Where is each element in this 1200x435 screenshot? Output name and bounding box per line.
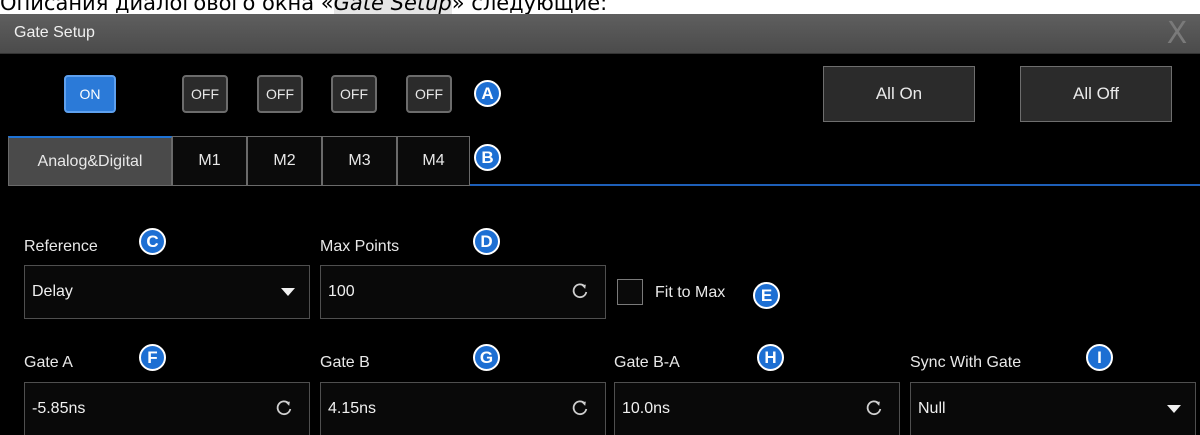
gate-ba-value: 10.0ns: [622, 400, 671, 417]
tab-m3[interactable]: M3: [322, 136, 397, 186]
gate-b-label: Gate B: [320, 354, 370, 371]
title-bar: Gate Setup X: [0, 14, 1200, 54]
reference-value: Delay: [32, 283, 73, 300]
gate-ba-input[interactable]: 10.0ns: [614, 382, 900, 435]
marker-h: H: [757, 344, 784, 371]
max-points-input[interactable]: 100: [320, 265, 606, 319]
caption-before: Описания диалогового окна «: [0, 0, 334, 14]
marker-c: C: [139, 228, 166, 255]
all-off-button[interactable]: All Off: [1020, 66, 1172, 122]
refresh-icon[interactable]: [273, 397, 295, 419]
dialog-title: Gate Setup: [14, 24, 95, 41]
tab-m2[interactable]: M2: [247, 136, 322, 186]
marker-i: I: [1086, 344, 1113, 371]
reference-select[interactable]: Delay: [24, 265, 310, 319]
gate-b-input[interactable]: 4.15ns: [320, 382, 606, 435]
marker-d: D: [473, 228, 500, 255]
caption-highlight: Gate Setup: [333, 0, 452, 14]
tab-m1[interactable]: M1: [172, 136, 247, 186]
gate-a-input[interactable]: -5.85ns: [24, 382, 310, 435]
reference-label: Reference: [24, 238, 98, 255]
marker-b: B: [474, 144, 501, 171]
refresh-icon[interactable]: [863, 397, 885, 419]
tab-underline: [470, 184, 1200, 186]
marker-a: A: [474, 80, 501, 107]
refresh-icon[interactable]: [569, 280, 591, 302]
gate-toggle-4[interactable]: OFF: [331, 75, 377, 113]
gate-a-value: -5.85ns: [32, 400, 86, 417]
all-on-button[interactable]: All On: [823, 66, 975, 122]
max-points-value: 100: [328, 283, 355, 300]
tab-m4[interactable]: M4: [397, 136, 470, 186]
marker-f: F: [139, 344, 166, 371]
gate-toggle-5[interactable]: OFF: [406, 75, 452, 113]
gate-a-label: Gate A: [24, 354, 73, 371]
sync-with-gate-label: Sync With Gate: [910, 354, 1022, 371]
caption-after: » следующие:: [451, 0, 608, 14]
marker-g: G: [473, 344, 500, 371]
gate-toggle-2[interactable]: OFF: [182, 75, 228, 113]
max-points-label: Max Points: [320, 238, 400, 255]
refresh-icon[interactable]: [569, 397, 591, 419]
caption-text: Описания диалогового окна «Gate Setup» с…: [0, 0, 1200, 14]
gate-ba-label: Gate B-A: [614, 354, 680, 371]
gate-setup-dialog: Gate Setup X ON OFF OFF OFF OFF A All On…: [0, 14, 1200, 435]
fit-to-max-checkbox[interactable]: [617, 279, 643, 305]
caret-down-icon: [281, 288, 295, 296]
caret-down-icon: [1167, 405, 1181, 413]
tab-analog-digital[interactable]: Analog&Digital: [8, 136, 172, 186]
gate-toggle-3[interactable]: OFF: [257, 75, 303, 113]
gate-toggle-1[interactable]: ON: [64, 75, 116, 113]
sync-with-gate-value: Null: [918, 400, 946, 417]
marker-e: E: [753, 282, 780, 309]
sync-with-gate-select[interactable]: Null: [910, 382, 1196, 435]
gate-b-value: 4.15ns: [328, 400, 377, 417]
fit-to-max-label: Fit to Max: [655, 284, 726, 301]
close-icon[interactable]: X: [1158, 16, 1196, 52]
